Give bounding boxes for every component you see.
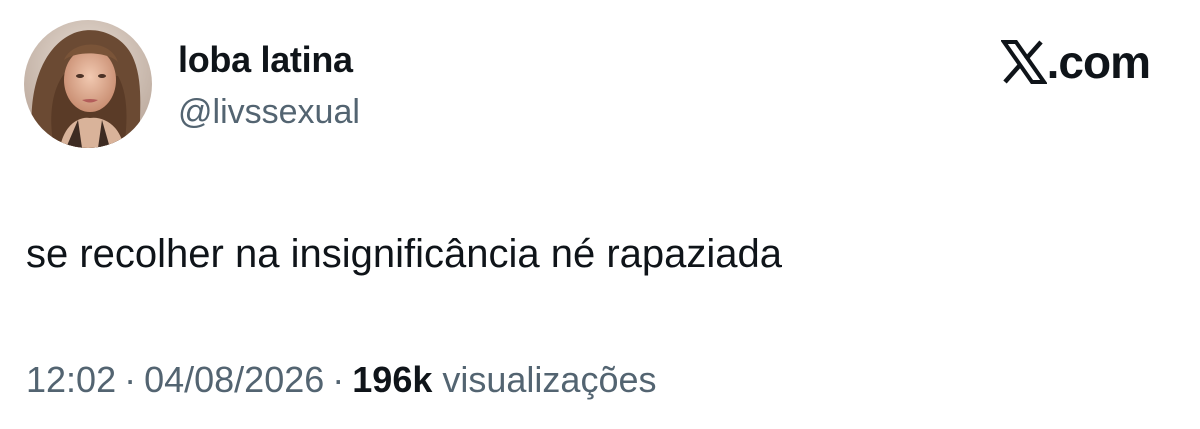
brand-watermark: .com — [1000, 34, 1151, 90]
tweet-card: loba latina @livssexual .com se recolher… — [0, 0, 1200, 429]
brand-domain: .com — [1046, 36, 1151, 88]
username-handle[interactable]: @livssexual — [178, 92, 360, 132]
separator-dot: · — [332, 359, 345, 400]
author-info: loba latina @livssexual — [178, 38, 360, 132]
avatar[interactable] — [24, 20, 152, 148]
display-name[interactable]: loba latina — [178, 38, 360, 82]
views-count: 196k — [352, 359, 433, 400]
x-logo-icon — [1000, 40, 1047, 84]
tweet-date[interactable]: 04/08/2026 — [144, 359, 324, 400]
avatar-photo — [24, 20, 152, 148]
views-label: visualizações — [442, 359, 657, 400]
tweet-metadata: 12:02 · 04/08/2026 · 196k visualizações — [26, 356, 657, 404]
tweet-time[interactable]: 12:02 — [26, 359, 116, 400]
tweet-text: se recolher na insignificância né rapazi… — [26, 232, 783, 276]
separator-dot: · — [124, 359, 137, 400]
